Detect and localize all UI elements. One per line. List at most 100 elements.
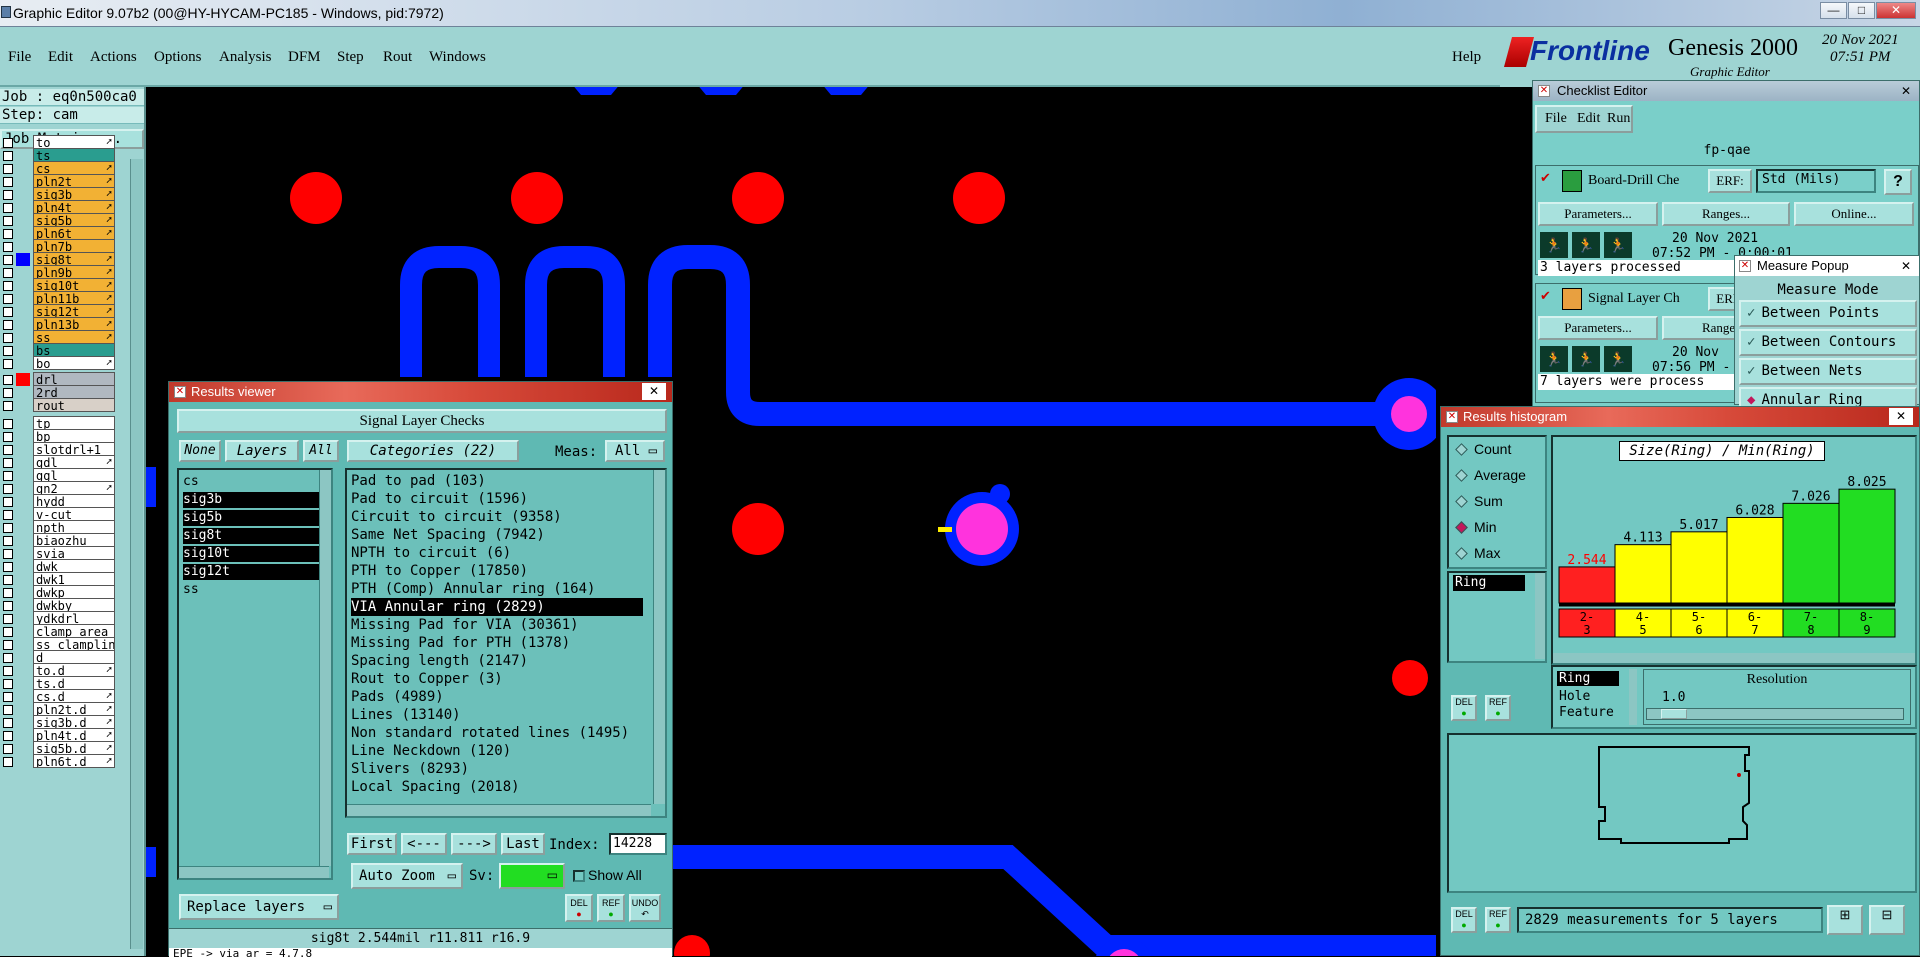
layer-name[interactable]: to ➚: [33, 135, 115, 149]
maximize-button[interactable]: □: [1848, 2, 1875, 19]
menu-help[interactable]: Help: [1452, 49, 1481, 66]
layer-name[interactable]: sig3b ➚: [33, 187, 115, 201]
layer-name[interactable]: bs: [33, 343, 115, 357]
layer-name[interactable]: sig12t ➚: [33, 304, 115, 318]
del-button[interactable]: DEL ●: [1451, 695, 1477, 721]
category-item[interactable]: Same Net Spacing (7942): [351, 526, 545, 544]
layer-checkbox[interactable]: [3, 497, 13, 507]
layer-name[interactable]: dwkp: [33, 585, 115, 599]
horizontal-scrollbar[interactable]: [1553, 653, 1915, 663]
undo-button[interactable]: UNDO ↶: [629, 894, 661, 922]
del-button[interactable]: DEL ●: [565, 894, 593, 922]
vertical-scrollbar[interactable]: [653, 470, 665, 804]
ref-button[interactable]: REF ●: [1485, 695, 1511, 721]
layer-checkbox[interactable]: [3, 268, 13, 278]
layer-checkbox[interactable]: [3, 731, 13, 741]
layer-name[interactable]: pln6t.d ➚: [33, 754, 115, 768]
checklist-menu-edit[interactable]: Edit: [1577, 111, 1600, 127]
bar-5-6[interactable]: [1670, 531, 1728, 604]
prev-button[interactable]: <---: [401, 833, 447, 855]
category-item[interactable]: Pads (4989): [351, 688, 444, 706]
stat-radio[interactable]: Count: [1455, 441, 1511, 457]
result-layer-item[interactable]: sig10t: [183, 546, 323, 562]
layer-checkbox[interactable]: [3, 445, 13, 455]
ref-button[interactable]: REF ●: [597, 894, 625, 922]
horizontal-scrollbar[interactable]: [179, 866, 329, 878]
layer-checkbox[interactable]: [3, 242, 13, 252]
layer-name[interactable]: sig8t ➚: [33, 252, 115, 266]
layer-checkbox[interactable]: [3, 177, 13, 187]
layer-name[interactable]: pln9b ➚: [33, 265, 115, 279]
menu-options[interactable]: Options: [154, 49, 202, 66]
layer-name[interactable]: drl: [33, 372, 115, 386]
layer-name[interactable]: pln6t ➚: [33, 226, 115, 240]
category-item[interactable]: Local Spacing (2018): [351, 778, 520, 796]
layer-checkbox[interactable]: [3, 359, 13, 369]
auto-zoom-select[interactable]: Auto Zoom ▭: [351, 863, 463, 889]
layer-name[interactable]: rout: [33, 398, 115, 412]
measure-option[interactable]: ✓ Between Contours: [1739, 329, 1917, 356]
prop-hole[interactable]: Hole: [1559, 689, 1590, 704]
all-button[interactable]: All: [303, 440, 339, 462]
layer-name[interactable]: biaozhu: [33, 533, 115, 547]
layer-checkbox[interactable]: [3, 164, 13, 174]
result-layer-item[interactable]: ss: [183, 582, 323, 598]
close-icon[interactable]: ✕: [1901, 256, 1911, 276]
layer-row-bo[interactable]: bo ➚: [0, 356, 118, 371]
layers-button[interactable]: Layers: [225, 440, 299, 462]
meas-select[interactable]: All ▭: [605, 440, 665, 462]
layer-name[interactable]: sig5b ➚: [33, 213, 115, 227]
layer-name[interactable]: dwk: [33, 559, 115, 573]
menu-dfm[interactable]: DFM: [288, 49, 321, 66]
category-item[interactable]: Slivers (8293): [351, 760, 469, 778]
menu-windows[interactable]: Windows: [429, 49, 486, 66]
vertical-scrollbar[interactable]: [319, 470, 331, 866]
bar-8-9[interactable]: [1838, 488, 1896, 604]
stat-radio[interactable]: Max: [1455, 545, 1500, 561]
category-item[interactable]: Lines (13140): [351, 706, 461, 724]
layer-color-swatch[interactable]: [16, 755, 30, 768]
category-item[interactable]: PTH to Copper (17850): [351, 562, 528, 580]
layer-name[interactable]: 2rd: [33, 385, 115, 399]
stop-icon[interactable]: 🏃: [1604, 346, 1632, 372]
layer-name[interactable]: pln2t ➚: [33, 174, 115, 188]
layer-name[interactable]: dwkby: [33, 598, 115, 612]
next-button[interactable]: --->: [451, 833, 497, 855]
layer-name[interactable]: tp: [33, 416, 115, 430]
menu-actions[interactable]: Actions: [90, 49, 137, 66]
prop-feature[interactable]: Feature: [1559, 705, 1614, 720]
bar-7-8[interactable]: [1782, 502, 1840, 604]
category-item[interactable]: Pad to circuit (1596): [351, 490, 528, 508]
online-button[interactable]: Online...: [1794, 202, 1914, 226]
layer-name[interactable]: sig3b.d ➚: [33, 715, 115, 729]
none-button[interactable]: None: [179, 440, 221, 462]
stat-radio[interactable]: Sum: [1455, 493, 1503, 509]
first-button[interactable]: First: [347, 833, 397, 855]
run-all-icon[interactable]: 🏃: [1572, 232, 1600, 258]
layer-name[interactable]: bo ➚: [33, 356, 115, 370]
layer-list-scrollbar[interactable]: [130, 159, 143, 949]
ref-button-bottom[interactable]: REF ●: [1485, 907, 1511, 933]
category-item[interactable]: Pad to pad (103): [351, 472, 486, 490]
layer-checkbox[interactable]: [3, 333, 13, 343]
menu-rout[interactable]: Rout: [383, 49, 412, 66]
sv-color-select[interactable]: ▭: [499, 863, 565, 889]
result-layer-item[interactable]: cs: [183, 474, 323, 490]
layer-name[interactable]: bp: [33, 429, 115, 443]
layer-name[interactable]: pln2t.d ➚: [33, 702, 115, 716]
parameters-button[interactable]: Parameters...: [1538, 202, 1658, 226]
ranges-button[interactable]: Ranges...: [1662, 202, 1790, 226]
horizontal-scrollbar[interactable]: [347, 804, 651, 816]
layer-name[interactable]: hydd: [33, 494, 115, 508]
layer-checkbox[interactable]: [3, 653, 13, 663]
menu-edit[interactable]: Edit: [48, 49, 73, 66]
category-item[interactable]: Missing Pad for PTH (1378): [351, 634, 570, 652]
bar-4-5[interactable]: [1614, 544, 1672, 604]
close-icon[interactable]: ✕: [642, 383, 666, 400]
layer-name[interactable]: pln11b ➚: [33, 291, 115, 305]
category-item[interactable]: VIA Annular ring (2829): [351, 598, 643, 616]
close-button[interactable]: ✕: [1876, 2, 1916, 19]
replace-layers-select[interactable]: Replace layers ▭: [179, 894, 339, 920]
erf-button[interactable]: ERF:: [1708, 169, 1752, 193]
layer-name[interactable]: ss_clamplin: [33, 637, 115, 651]
